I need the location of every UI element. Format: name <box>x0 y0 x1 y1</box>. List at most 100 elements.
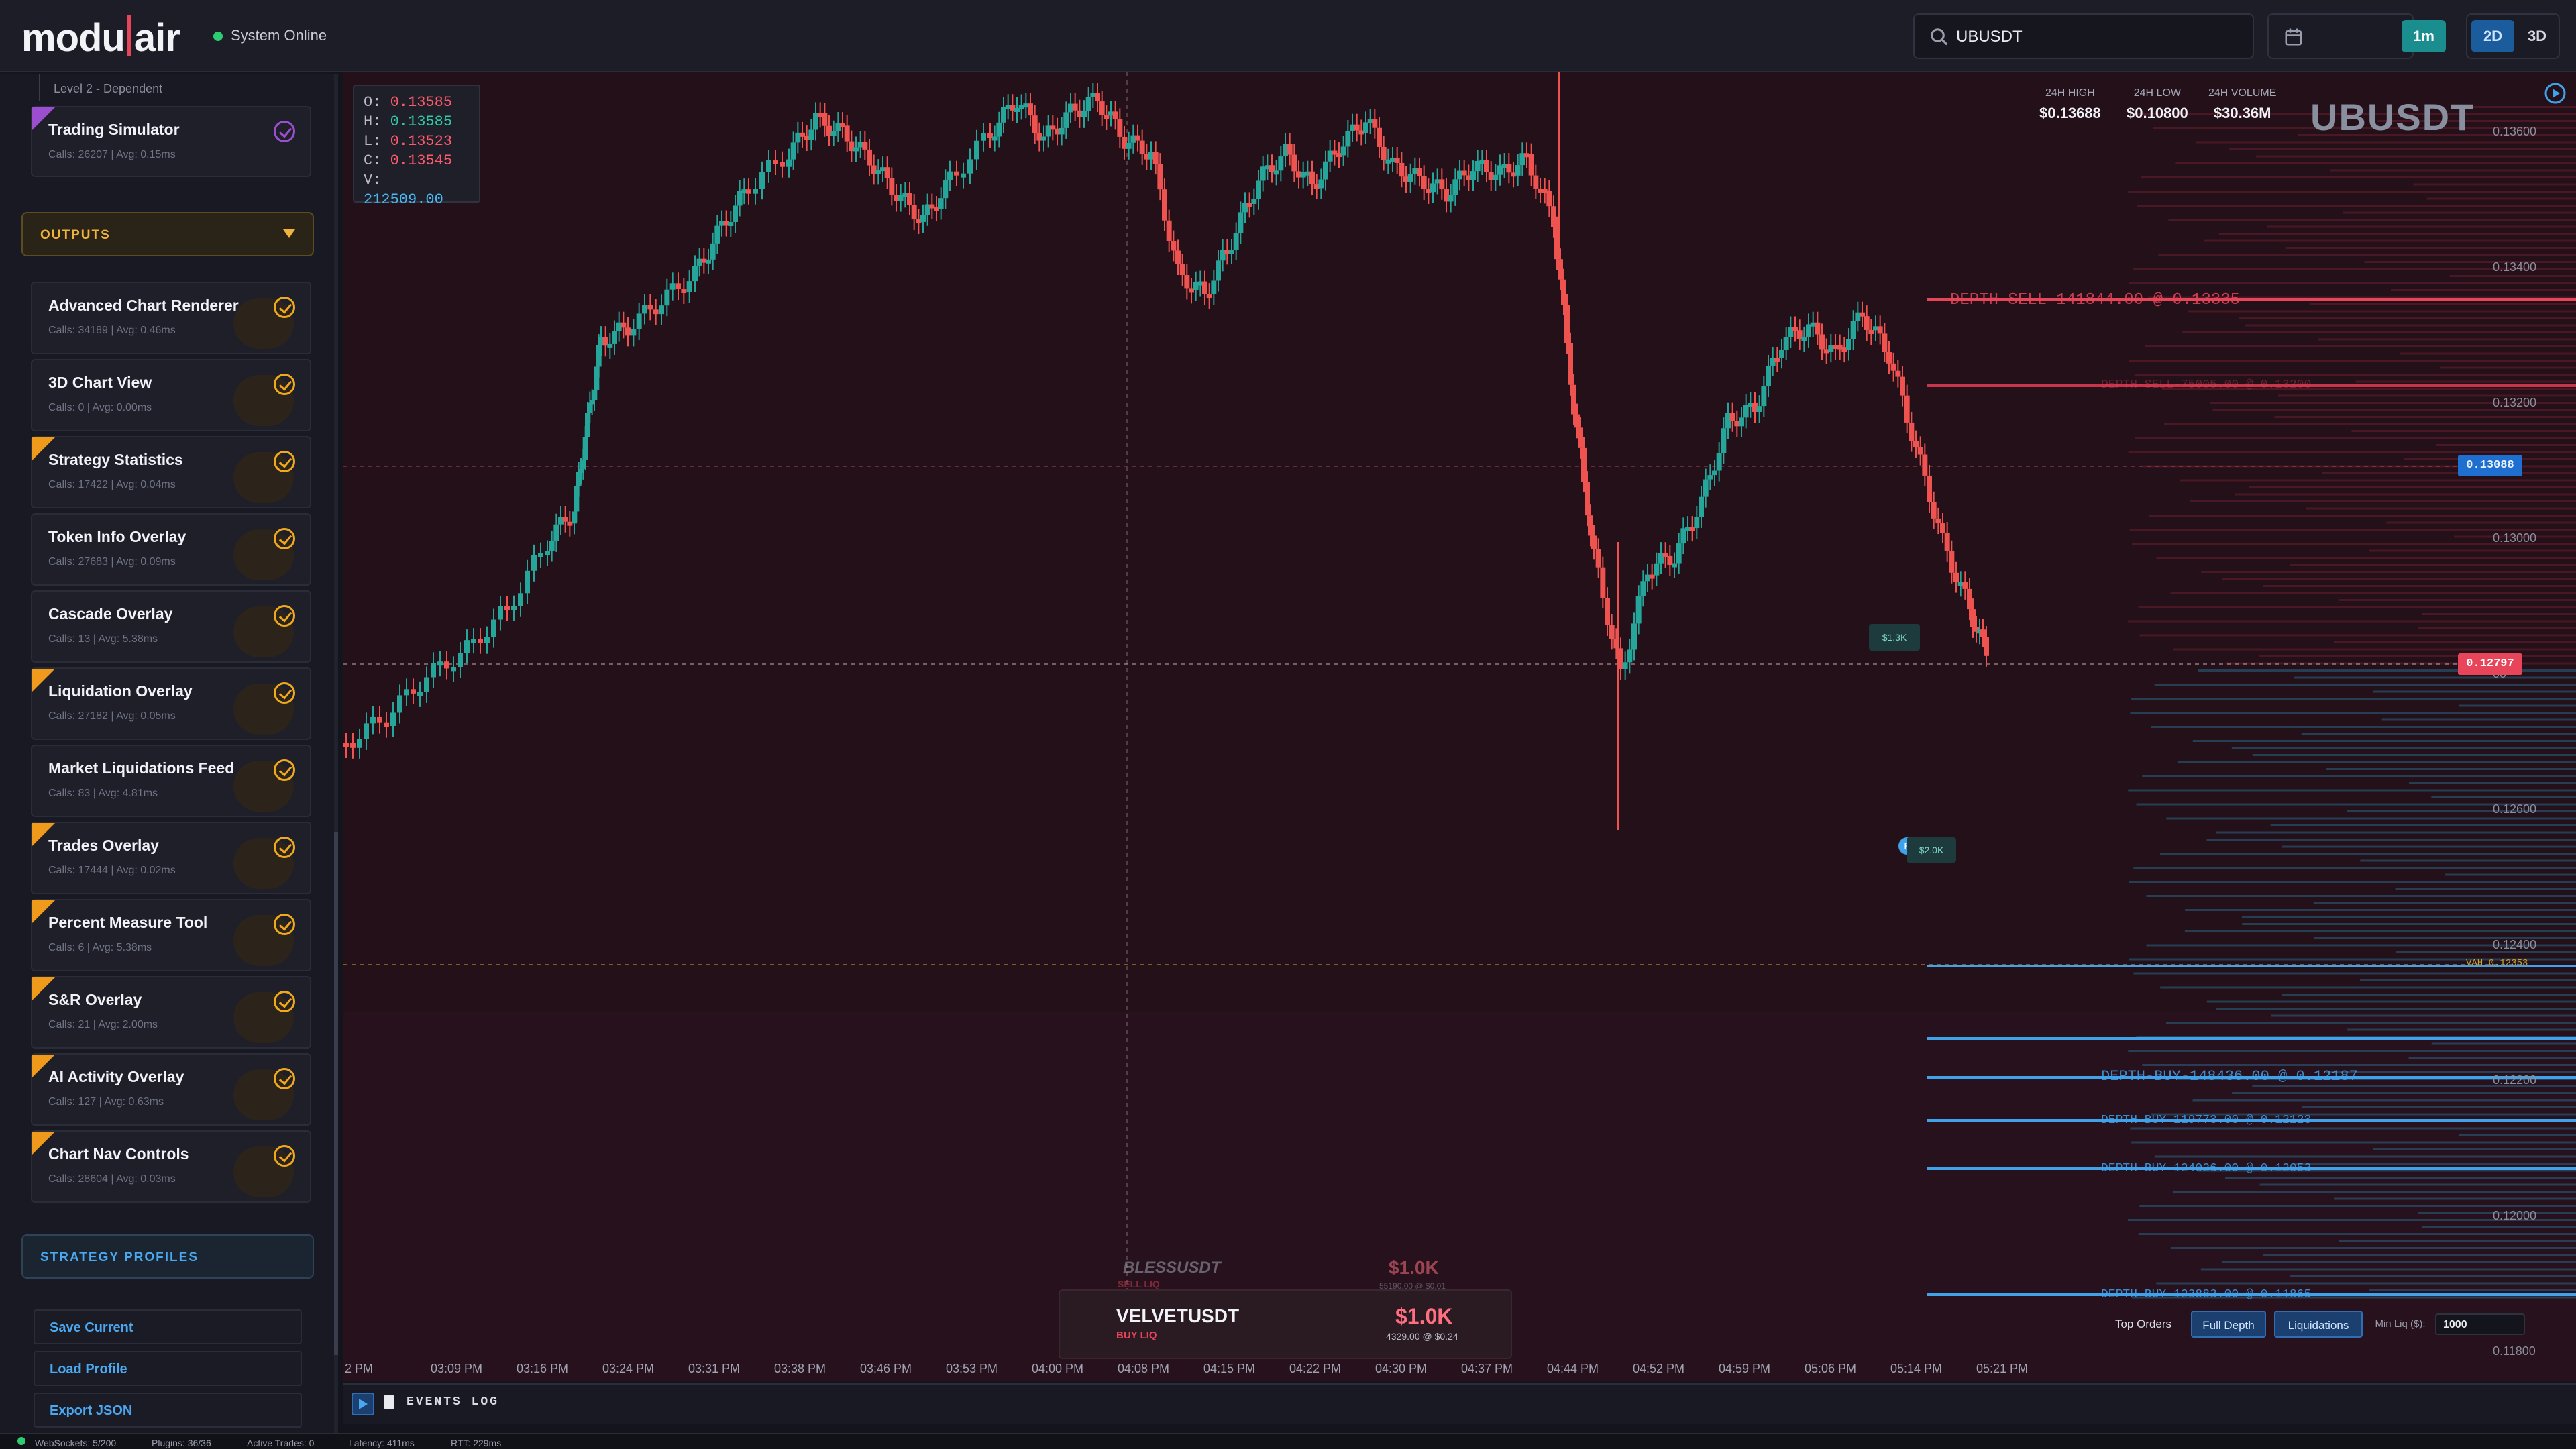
play-circle-icon[interactable] <box>2544 82 2567 105</box>
events-log-bar: EVENTS LOG <box>343 1383 2576 1424</box>
candle-body <box>714 225 720 244</box>
plugin-title: Liquidation Overlay <box>48 682 193 700</box>
enabled-check-icon[interactable] <box>274 682 295 704</box>
events-log-label[interactable]: EVENTS LOG <box>407 1395 499 1409</box>
enabled-check-icon[interactable] <box>274 528 295 549</box>
save-current-button[interactable]: Save Current <box>34 1309 302 1344</box>
plugin-card[interactable]: Chart Nav Controls Calls: 28604 | Avg: 0.… <box>31 1130 311 1203</box>
depth-bar <box>2206 1000 2576 1003</box>
candle-body <box>1211 280 1217 294</box>
candle-body <box>1627 649 1633 663</box>
caret-down-icon <box>283 229 295 238</box>
liq-feed-side-1: SELL LIQ <box>1118 1279 1160 1289</box>
events-play-button[interactable] <box>352 1393 374 1415</box>
strategy-profiles-header[interactable]: STRATEGY PROFILES <box>21 1234 314 1279</box>
trade-bubble-2[interactable]: $2.0K <box>1907 837 1956 863</box>
plugin-card[interactable]: AI Activity Overlay Calls: 127 | Avg: 0.6… <box>31 1053 311 1126</box>
time-tick-label: 03:09 PM <box>431 1362 483 1375</box>
top-orders-button[interactable]: Top Orders <box>2098 1311 2188 1338</box>
search-input[interactable] <box>1956 24 2238 50</box>
depth-bar <box>2386 521 2576 524</box>
plugin-title: Strategy Statistics <box>48 451 183 468</box>
enabled-check-icon[interactable] <box>274 759 295 781</box>
candle-body <box>1439 179 1445 189</box>
outputs-section-header[interactable]: OUTPUTS <box>21 212 314 256</box>
plugin-meta: Calls: 0 | Avg: 0.00ms <box>48 402 152 413</box>
enabled-check-icon[interactable] <box>274 374 295 395</box>
min-liq-input[interactable]: 1000 <box>2435 1313 2525 1335</box>
enabled-check-icon[interactable] <box>274 121 295 142</box>
plugin-meta: Calls: 127 | Avg: 0.63ms <box>48 1096 164 1108</box>
timeframe-1m-button[interactable]: 1m <box>2402 20 2446 52</box>
liquidation-feed-card[interactable]: VELVETUSDT BUY LIQ $1.0K 4329.00 @ $0.24 <box>1059 1289 1512 1359</box>
candle-body <box>1135 135 1140 141</box>
depth-bar <box>2131 698 2576 700</box>
candle-body <box>1363 122 1368 133</box>
enabled-check-icon[interactable] <box>274 1145 295 1167</box>
plugin-title: 3D Chart View <box>48 374 152 391</box>
search-icon <box>1931 28 1948 46</box>
enabled-check-icon[interactable] <box>274 451 295 472</box>
view-3d-button[interactable]: 3D <box>2520 20 2555 52</box>
depth-bar <box>2185 909 2576 911</box>
plugins-status: Plugins: 36/36 <box>152 1438 211 1448</box>
plugin-title: Advanced Chart Renderer <box>48 297 239 314</box>
candle-body <box>1877 326 1883 334</box>
depth-bar <box>2201 571 2576 573</box>
candle-body <box>1595 549 1601 568</box>
plugin-card[interactable]: Cascade Overlay Calls: 13 | Avg: 5.38ms <box>31 590 311 663</box>
candle-body <box>1095 93 1100 102</box>
enabled-check-icon[interactable] <box>274 605 295 627</box>
plugin-card[interactable]: Percent Measure Tool Calls: 6 | Avg: 5.38… <box>31 899 311 971</box>
chart-canvas[interactable]: DEPTH-SELL-141844.00 @ 0.13335 DEPTH-SELL… <box>343 72 2576 1381</box>
enabled-check-icon[interactable] <box>274 991 295 1012</box>
depth-bar <box>2141 176 2576 178</box>
plugin-card[interactable]: S&R Overlay Calls: 21 | Avg: 2.00ms <box>31 976 311 1049</box>
plugin-card[interactable]: Trades Overlay Calls: 17444 | Avg: 0.02ms <box>31 822 311 894</box>
enabled-check-icon[interactable] <box>274 837 295 858</box>
enabled-check-icon[interactable] <box>274 1068 295 1089</box>
websockets-status: WebSockets: 5/200 <box>35 1438 117 1448</box>
status-dot-icon <box>213 32 223 41</box>
plugin-card[interactable]: Market Liquidations Feed Calls: 83 | Avg:… <box>31 745 311 817</box>
app-logo[interactable]: modu air <box>21 15 180 60</box>
export-json-button[interactable]: Export JSON <box>34 1393 302 1428</box>
sidebar-scroll-thumb[interactable] <box>334 832 338 1355</box>
candle-body <box>889 178 895 195</box>
symbol-search[interactable] <box>1913 13 2254 59</box>
depth-bar <box>2218 233 2576 235</box>
depth-bar <box>2142 1064 2576 1066</box>
candle-body <box>1600 567 1606 598</box>
view-2d-button[interactable]: 2D <box>2471 20 2514 52</box>
plugin-card[interactable]: Token Info Overlay Calls: 27683 | Avg: 0.… <box>31 513 311 586</box>
load-profile-button[interactable]: Load Profile <box>34 1351 302 1386</box>
liquidations-button[interactable]: Liquidations <box>2274 1311 2363 1338</box>
candle-body <box>996 122 1002 137</box>
candle-body <box>1028 103 1033 116</box>
candle-body <box>844 125 850 142</box>
plugin-card[interactable]: 3D Chart View Calls: 0 | Avg: 0.00ms <box>31 359 311 431</box>
plugin-title: Cascade Overlay <box>48 605 173 623</box>
candle-body <box>1571 384 1576 415</box>
price-tick-label: 0.12600 <box>2493 802 2537 816</box>
price-chart[interactable]: DEPTH-SELL-141844.00 @ 0.13335 DEPTH-SELL… <box>343 72 2576 1381</box>
depth-label: DEPTH-BUY-124026.00 @ 0.12053 <box>2101 1162 2311 1175</box>
depth-bar <box>2133 867 2576 869</box>
depth-bar <box>2168 219 2576 221</box>
plugin-card[interactable]: Advanced Chart Renderer Calls: 34189 | Av… <box>31 282 311 354</box>
candle-body <box>659 305 664 315</box>
candle-body <box>884 167 890 178</box>
enabled-check-icon[interactable] <box>274 914 295 935</box>
trade-bubble[interactable]: $1.3K <box>1869 624 1920 651</box>
plugin-card[interactable]: Liquidation Overlay Calls: 27182 | Avg: 0… <box>31 667 311 740</box>
enabled-check-icon[interactable] <box>274 297 295 318</box>
time-tick-label: 04:37 PM <box>1461 1362 1513 1375</box>
candle-body <box>1354 124 1360 131</box>
candle-body <box>1399 162 1405 177</box>
date-picker[interactable] <box>2267 13 2414 59</box>
plugin-card-trading-simulator[interactable]: Trading Simulator Calls: 26207 | Avg: 0.… <box>31 106 311 177</box>
full-depth-button[interactable]: Full Depth <box>2191 1311 2266 1338</box>
depth-bar <box>2282 845 2576 848</box>
time-tick-label: 03:24 PM <box>602 1362 655 1375</box>
plugin-card[interactable]: Strategy Statistics Calls: 17422 | Avg: 0… <box>31 436 311 508</box>
